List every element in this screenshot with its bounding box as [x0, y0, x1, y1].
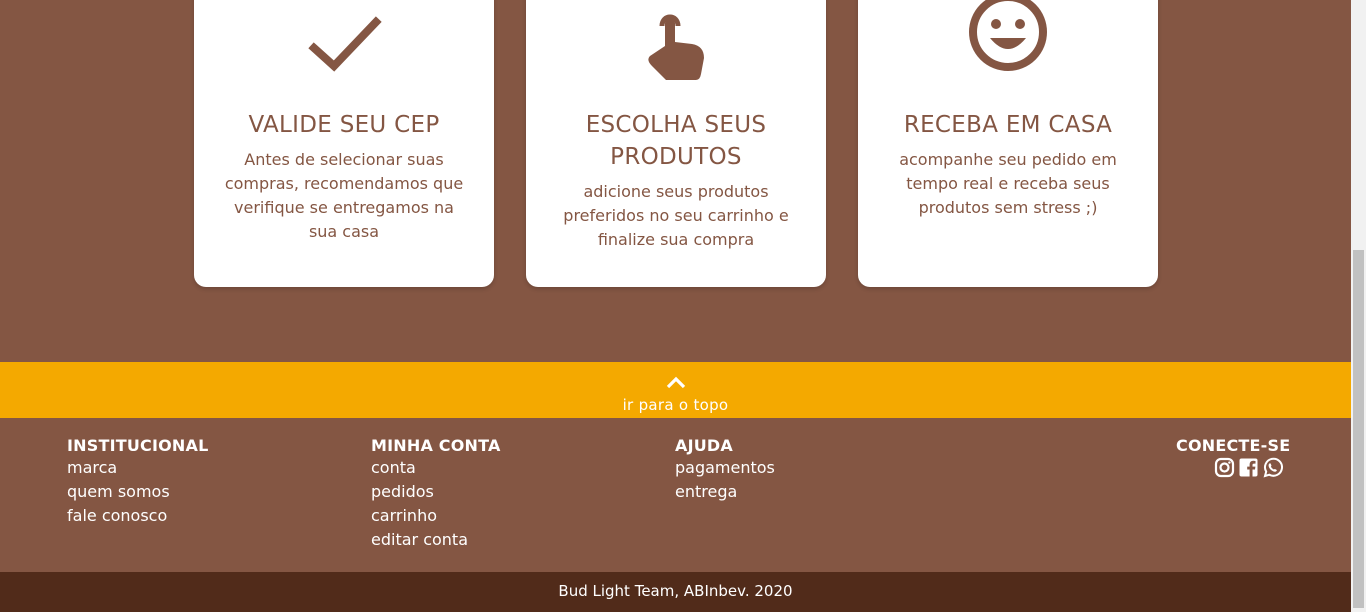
instagram-icon[interactable]	[1214, 457, 1235, 478]
card-title: RECEBA EM CASA	[903, 112, 1113, 138]
footer-col-minha-conta: MINHA CONTA conta pedidos carrinho edita…	[371, 436, 501, 552]
smiley-icon	[858, 0, 1158, 80]
footer-heading: AJUDA	[675, 436, 733, 455]
footer-link-entrega[interactable]: entrega	[675, 480, 775, 504]
back-to-top-label: ir para o topo	[622, 396, 729, 414]
card-title: VALIDE SEU CEP	[248, 112, 440, 138]
card-description: adicione seus produtos preferidos no seu…	[563, 182, 789, 249]
pointer-hand-icon	[526, 0, 826, 80]
footer-link-quem-somos[interactable]: quem somos	[67, 480, 209, 504]
footer-link-pagamentos[interactable]: pagamentos	[675, 456, 775, 480]
footer-link-marca[interactable]: marca	[67, 456, 209, 480]
scrollbar-thumb[interactable]	[1353, 250, 1364, 608]
back-to-top-button[interactable]: ir para o topo	[0, 362, 1351, 418]
footer-heading: INSTITUCIONAL	[67, 436, 209, 455]
footer-col-conecte: CONECTE-SE	[1176, 436, 1291, 478]
footer-col-ajuda: AJUDA pagamentos entrega	[675, 436, 775, 504]
footer-link-conta[interactable]: conta	[371, 456, 501, 480]
footer-col-institucional: INSTITUCIONAL marca quem somos fale cono…	[67, 436, 209, 528]
social-icons	[1214, 457, 1283, 478]
check-icon	[194, 0, 494, 80]
facebook-icon[interactable]	[1238, 457, 1259, 478]
card-receba-casa: RECEBA EM CASA acompanhe seu pedido em t…	[858, 0, 1158, 287]
footer-link-pedidos[interactable]: pedidos	[371, 480, 501, 504]
footer-link-editar-conta[interactable]: editar conta	[371, 528, 501, 552]
page: VALIDE SEU CEP Antes de selecionar suas …	[0, 0, 1351, 612]
card-valide-cep: VALIDE SEU CEP Antes de selecionar suas …	[194, 0, 494, 287]
copyright-bar: Bud Light Team, ABInbev. 2020	[0, 572, 1351, 612]
whatsapp-icon[interactable]	[1262, 457, 1283, 478]
scrollbar[interactable]	[1351, 0, 1366, 612]
footer-heading: MINHA CONTA	[371, 436, 501, 455]
footer-link-carrinho[interactable]: carrinho	[371, 504, 501, 528]
card-description: Antes de selecionar suas compras, recome…	[224, 150, 464, 241]
footer-link-fale-conosco[interactable]: fale conosco	[67, 504, 209, 528]
footer: INSTITUCIONAL marca quem somos fale cono…	[0, 418, 1351, 572]
card-title: ESCOLHA SEUS PRODUTOS	[585, 112, 767, 170]
chevron-up-icon	[666, 376, 686, 389]
card-escolha-produtos: ESCOLHA SEUS PRODUTOS adicione seus prod…	[526, 0, 826, 287]
copyright-text: Bud Light Team, ABInbev. 2020	[558, 582, 793, 600]
card-description: acompanhe seu pedido em tempo real e rec…	[899, 150, 1117, 217]
footer-heading: CONECTE-SE	[1176, 436, 1291, 455]
